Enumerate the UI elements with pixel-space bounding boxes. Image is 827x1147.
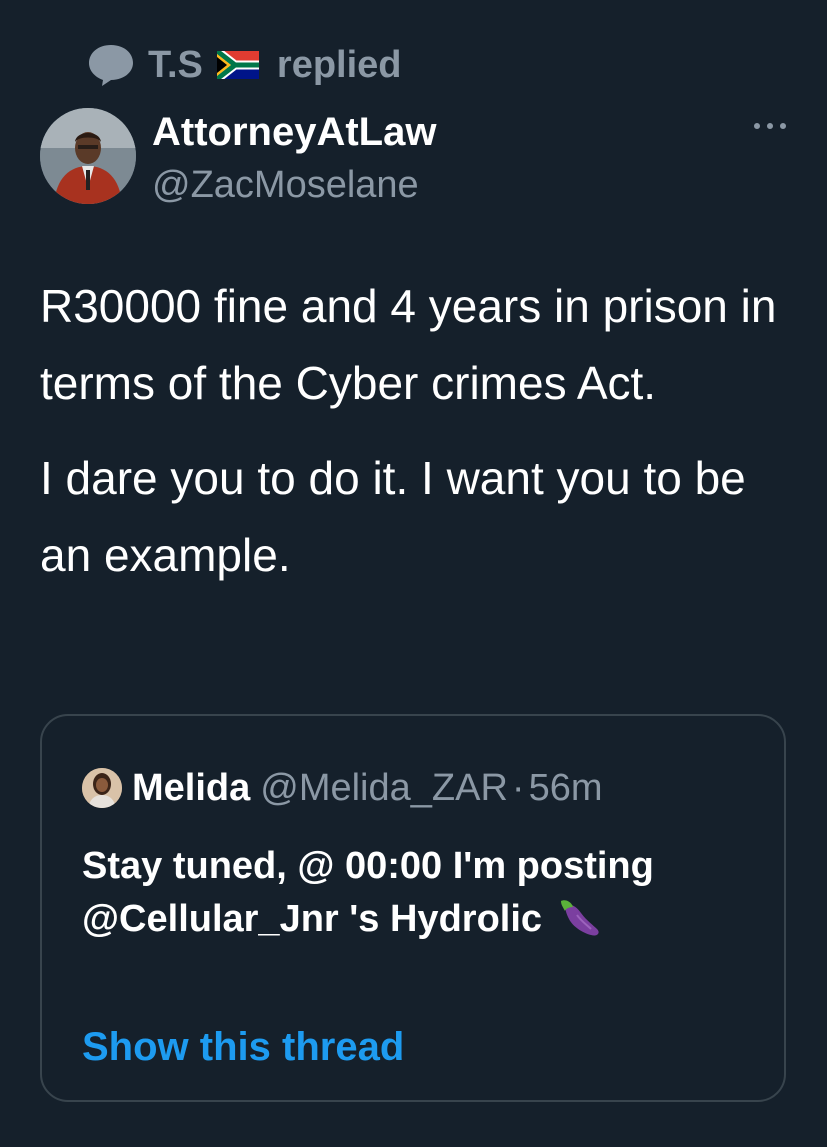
more-options-icon[interactable] — [752, 116, 788, 136]
author-name[interactable]: AttorneyAtLaw — [152, 108, 436, 156]
south-africa-flag-icon — [216, 51, 259, 79]
quote-author-handle[interactable]: @Melida_ZAR — [260, 767, 508, 810]
author-avatar[interactable] — [40, 108, 136, 204]
tweet-text: R30000 fine and 4 years in prison in ter… — [40, 268, 800, 612]
quote-separator: · — [511, 766, 525, 809]
tweet-paragraph: I dare you to do it. I want you to be an… — [40, 452, 746, 581]
quote-avatar-image — [82, 768, 122, 808]
quoted-tweet[interactable]: Melida @Melida_ZAR · 56m Stay tuned, @ 0… — [40, 714, 786, 1102]
quote-author-name[interactable]: Melida — [132, 767, 250, 810]
speech-bubble-icon — [89, 45, 133, 86]
quote-header: Melida @Melida_ZAR · 56m — [82, 766, 603, 810]
show-thread-link[interactable]: Show this thread — [82, 1022, 404, 1072]
quote-timestamp[interactable]: 56m — [529, 767, 603, 810]
quote-avatar — [82, 768, 122, 808]
quote-text: Stay tuned, @ 00:00 I'm posting @Cellula… — [82, 840, 742, 946]
avatar-image — [40, 108, 136, 204]
eggplant-icon — [560, 900, 599, 936]
tweet-page: T.S replied AttorneyAtLaw @ZacMoselane R… — [0, 0, 827, 1147]
tweet-paragraph: R30000 fine and 4 years in prison in ter… — [40, 280, 777, 409]
context-action: replied — [276, 43, 402, 86]
context-user[interactable]: T.S — [148, 44, 203, 87]
author-handle[interactable]: @ZacMoselane — [152, 162, 419, 208]
social-context[interactable]: T.S replied — [86, 40, 402, 90]
